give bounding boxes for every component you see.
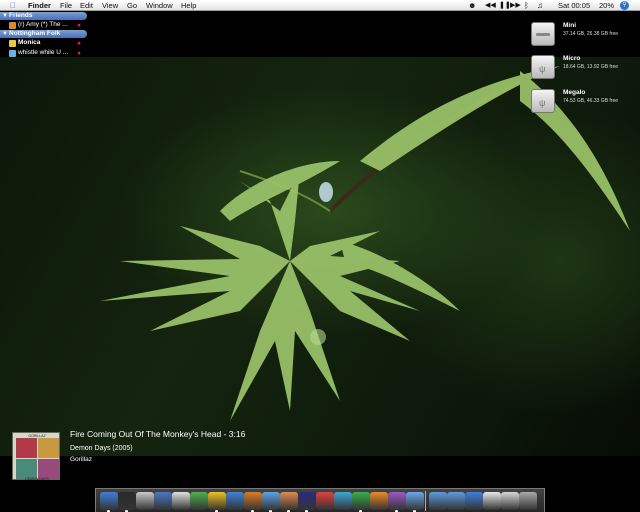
star-icon[interactable] xyxy=(298,492,316,510)
track-artist: Gorillaz xyxy=(70,456,93,463)
buddy-name: (r) Amy (*) The ... xyxy=(18,21,68,28)
buddy-row[interactable]: (r) Amy (*) The ... ● xyxy=(0,20,87,30)
menu-window[interactable]: Window xyxy=(146,0,173,11)
buddy-icon xyxy=(9,22,16,29)
buddy-name: Monica xyxy=(18,39,41,46)
recycle-icon[interactable] xyxy=(190,492,208,510)
finder-icon[interactable] xyxy=(100,492,118,510)
trash-icon[interactable] xyxy=(519,492,537,510)
apple-menu-icon[interactable]:  xyxy=(10,0,16,11)
camino-icon[interactable] xyxy=(280,492,298,510)
dock-separator xyxy=(425,491,426,511)
disk-mini[interactable]: Mini 37.14 GB, 26.38 GB free xyxy=(531,22,631,52)
buddy-icon xyxy=(9,40,16,47)
disk-name: Megalo xyxy=(563,89,586,96)
track-album: Demon Days (2005) xyxy=(70,445,133,452)
spotlight-search-icon[interactable]: ⚲ xyxy=(620,1,629,10)
next-track-icon[interactable]: ▶▶ xyxy=(510,0,521,11)
cover-panel xyxy=(16,438,37,458)
menu-help[interactable]: Help xyxy=(181,0,196,11)
menu-edit[interactable]: Edit xyxy=(80,0,93,11)
disk-info: 37.14 GB, 26.38 GB free xyxy=(563,31,619,37)
track-title: Fire Coming Out Of The Monkey's Head - 3… xyxy=(70,429,246,439)
disk-name: Micro xyxy=(563,55,581,62)
battery-status[interactable]: 20% xyxy=(599,0,614,11)
disclosure-triangle-icon[interactable]: ▼ xyxy=(2,30,8,38)
disk-micro[interactable]: ψ Micro 18.64 GB, 13.92 GB free xyxy=(531,55,631,85)
p-icon[interactable] xyxy=(370,492,388,510)
cover-panel xyxy=(16,459,37,479)
disclosure-triangle-icon[interactable]: ▼ xyxy=(2,12,8,20)
dashboard-icon[interactable] xyxy=(118,492,136,510)
adium-duck-icon[interactable] xyxy=(208,492,226,510)
menu-finder[interactable]: Finder xyxy=(28,0,51,11)
group-name: Friends xyxy=(9,12,33,19)
ipod-icon[interactable] xyxy=(172,492,190,510)
green-tool-icon[interactable] xyxy=(352,492,370,510)
buddy-row[interactable]: whistle while U ... ● xyxy=(0,48,87,58)
flag-icon[interactable] xyxy=(316,492,334,510)
volume-icon[interactable]: ♫ xyxy=(537,0,543,11)
adium-menu-icon[interactable]: ☻ xyxy=(468,0,476,11)
itunes-icon[interactable] xyxy=(262,492,280,510)
cover-label: DEMON DAYS xyxy=(25,477,49,481)
buddy-group-nottingham-folk[interactable]: ▼ Nottingham Folk xyxy=(0,30,87,38)
group-name: Nottingham Folk xyxy=(9,30,61,37)
applications-folder-icon[interactable] xyxy=(447,492,465,510)
disk-info: 18.64 GB, 13.92 GB free xyxy=(563,64,619,70)
away-status-icon: ● xyxy=(77,40,81,47)
menu-go[interactable]: Go xyxy=(127,0,137,11)
firewire-drive-icon: ψ xyxy=(531,89,555,113)
away-status-icon: ● xyxy=(77,22,81,29)
menu-file[interactable]: File xyxy=(60,0,72,11)
bluetooth-icon[interactable]: ᛒ xyxy=(524,0,529,11)
ichat-icon[interactable] xyxy=(406,492,424,510)
cover-panel xyxy=(38,438,59,458)
buddy-group-friends[interactable]: ▼ Friends xyxy=(0,12,87,20)
previous-track-icon[interactable]: ◀◀ xyxy=(485,0,496,11)
purple-app-icon[interactable] xyxy=(388,492,406,510)
image-stack-icon[interactable] xyxy=(501,492,519,510)
firefox-icon[interactable] xyxy=(244,492,262,510)
buddy-icon xyxy=(9,50,16,57)
cover-panel xyxy=(38,459,59,479)
album-cover: GORILLAZ DEMON DAYS xyxy=(12,432,60,481)
pause-icon[interactable]: ❚❚ xyxy=(499,0,511,11)
disk-name: Mini xyxy=(563,22,576,29)
u-icon[interactable] xyxy=(334,492,352,510)
documents-folder-icon[interactable] xyxy=(429,492,447,510)
clock[interactable]: Sat 00:05 xyxy=(558,0,590,11)
iphoto-icon[interactable] xyxy=(154,492,172,510)
away-status-icon: ● xyxy=(77,50,81,57)
dock xyxy=(95,488,545,512)
buddy-name: whistle while U ... xyxy=(18,49,69,56)
firewire-drive-icon: ψ xyxy=(531,55,555,79)
hard-drive-icon xyxy=(531,22,555,46)
network-icon[interactable] xyxy=(226,492,244,510)
mail-icon[interactable] xyxy=(136,492,154,510)
buddy-list: ▼ Friends (r) Amy (*) The ... ● ▼ Nottin… xyxy=(0,12,87,58)
document-icon[interactable] xyxy=(483,492,501,510)
menu-view[interactable]: View xyxy=(102,0,118,11)
menu-bar:  Finder File Edit View Go Window Help ☻… xyxy=(0,0,640,11)
downloads-icon[interactable] xyxy=(465,492,483,510)
buddy-row[interactable]: Monica ● xyxy=(0,38,87,48)
disk-megalo[interactable]: ψ Megalo 74.53 GB, 46.33 GB free xyxy=(531,89,631,119)
disk-info: 74.53 GB, 46.33 GB free xyxy=(563,98,619,104)
